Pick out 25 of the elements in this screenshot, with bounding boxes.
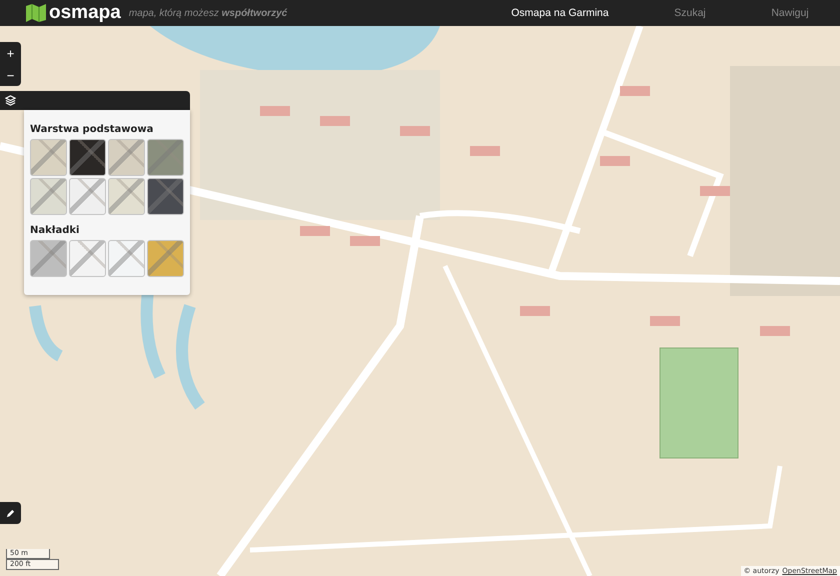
layer-thumbnail[interactable] xyxy=(147,240,184,277)
zoom-out-button[interactable]: − xyxy=(0,64,21,86)
layer-thumbnail[interactable] xyxy=(30,240,67,277)
layer-thumbnail[interactable] xyxy=(30,139,67,176)
nav-link[interactable]: Osmapa na Garmina xyxy=(480,7,640,19)
layers-icon[interactable] xyxy=(5,95,16,106)
map-logo-icon xyxy=(26,4,46,22)
nav-link[interactable]: Szukaj xyxy=(640,7,740,19)
layer-thumbnail[interactable] xyxy=(108,240,145,277)
layer-thumbnail[interactable] xyxy=(147,178,184,215)
tagline: mapa, którą możesz współtworzyć xyxy=(128,8,288,18)
layer-thumbnail[interactable] xyxy=(69,178,106,215)
layer-thumbnail[interactable] xyxy=(69,240,106,277)
edit-button[interactable] xyxy=(0,502,21,524)
pencil-icon xyxy=(6,508,15,518)
nav-link[interactable]: Nawiguj xyxy=(740,7,840,19)
layer-thumbnail[interactable] xyxy=(69,139,106,176)
logo-text: osmapa xyxy=(49,2,121,24)
layer-thumbnail[interactable] xyxy=(30,178,67,215)
section-title: Nakładki xyxy=(30,225,80,236)
layer-thumbnail[interactable] xyxy=(108,139,145,176)
zoom-in-button[interactable]: + xyxy=(0,42,21,64)
layer-thumbnail[interactable] xyxy=(147,139,184,176)
section-title: Warstwa podstawowa xyxy=(30,124,154,135)
layer-thumbnail[interactable] xyxy=(108,178,145,215)
